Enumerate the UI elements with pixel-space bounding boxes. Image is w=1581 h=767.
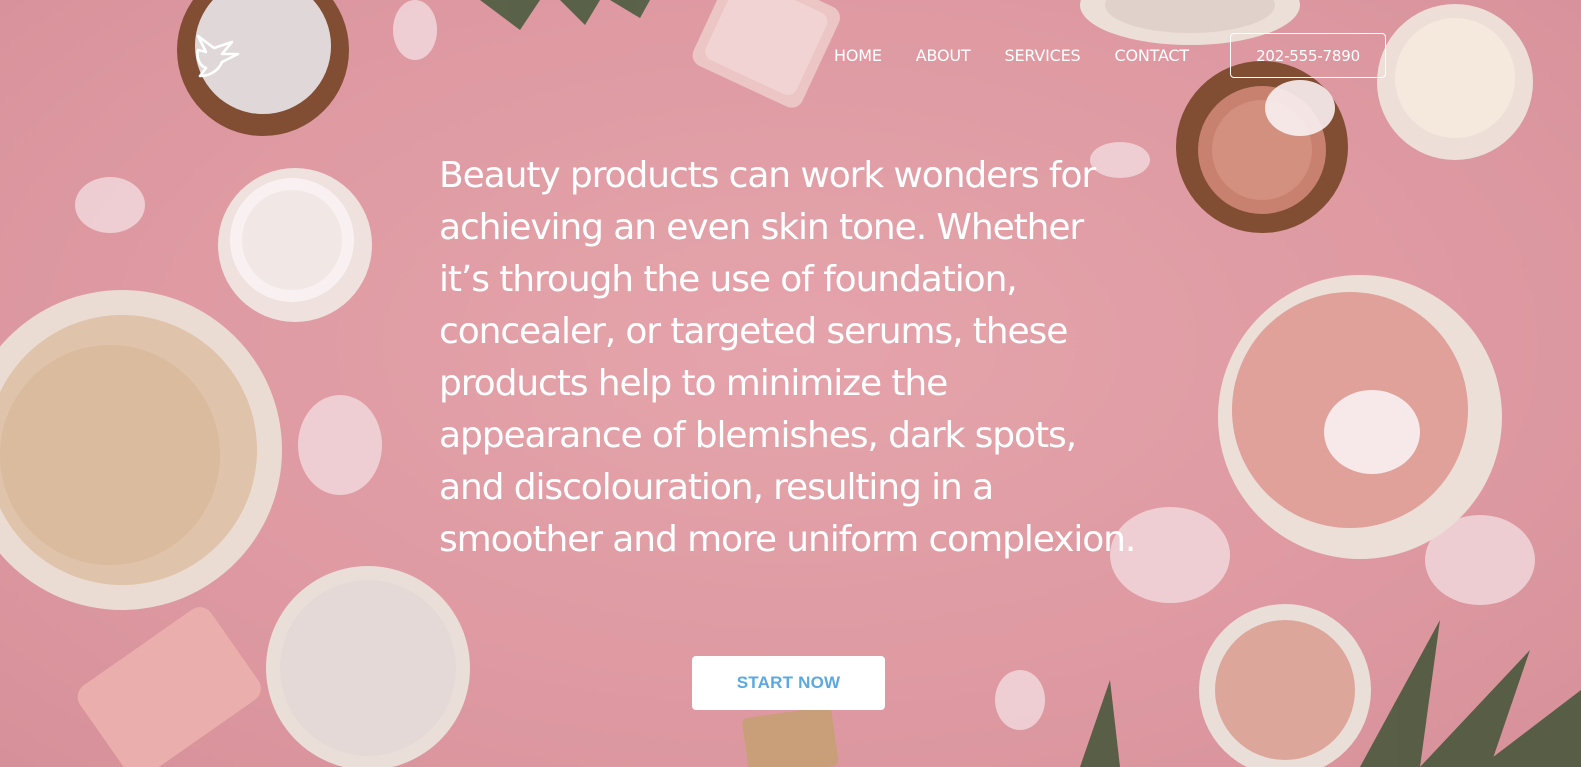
hero-headline: Beauty products can work wonders for ach… bbox=[439, 155, 1136, 560]
start-now-button[interactable]: START NOW bbox=[692, 656, 885, 710]
nav-services[interactable]: SERVICES bbox=[1004, 44, 1080, 68]
phone-button[interactable]: 202-555-7890 bbox=[1230, 33, 1386, 78]
nav-contact[interactable]: CONTACT bbox=[1115, 44, 1190, 68]
nav-about[interactable]: ABOUT bbox=[916, 44, 971, 68]
bird-logo-icon[interactable] bbox=[192, 32, 242, 80]
main-nav: HOME ABOUT SERVICES CONTACT bbox=[834, 44, 1189, 68]
nav-home[interactable]: HOME bbox=[834, 44, 882, 68]
